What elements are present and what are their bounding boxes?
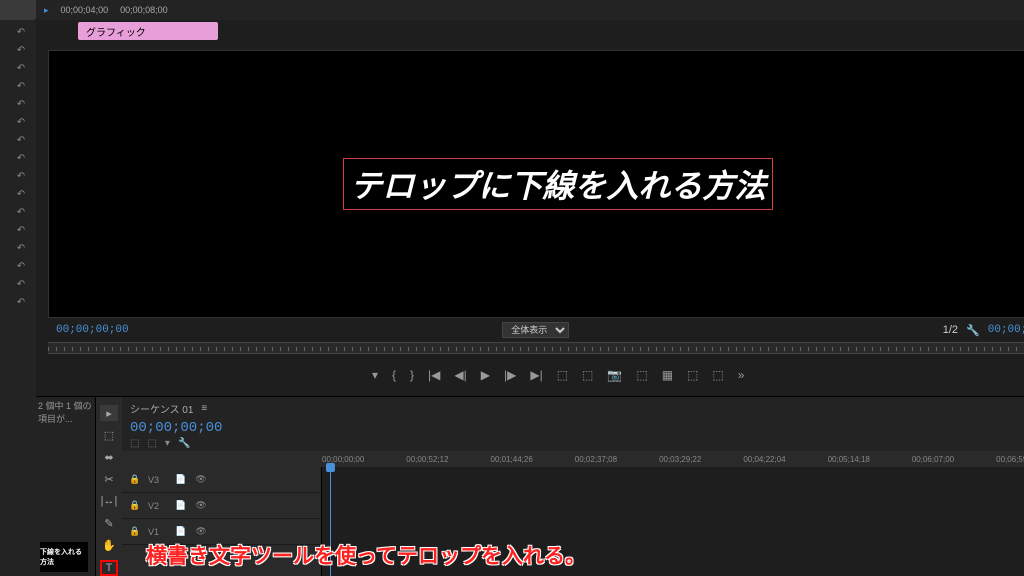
marker-icon: ▸ — [44, 5, 49, 16]
undo-step[interactable]: ↶ — [6, 168, 36, 184]
insert-button[interactable]: ⬚ — [687, 368, 698, 382]
selection-tool[interactable]: ▸ — [100, 405, 118, 421]
undo-step[interactable]: ↶ — [6, 258, 36, 274]
linked-selection-icon[interactable]: ⬚ — [147, 438, 156, 449]
undo-step[interactable]: ↶ — [6, 276, 36, 292]
marker-button[interactable]: ▾ — [372, 368, 378, 382]
lift-button[interactable]: ⬚ — [557, 368, 568, 382]
undo-step[interactable]: ↶ — [6, 24, 36, 40]
undo-step[interactable]: ↶ — [6, 60, 36, 76]
safe-margins-button[interactable]: ▦ — [662, 368, 673, 382]
duration-timecode: 00;00;09;29 — [988, 324, 1024, 336]
undo-step[interactable]: ↶ — [6, 150, 36, 166]
sequence-thumbnail[interactable]: 下線を入れる方法 — [40, 542, 88, 572]
undo-step[interactable]: ↶ — [6, 132, 36, 148]
preview-ruler[interactable] — [48, 342, 1024, 354]
undo-step[interactable]: ↶ — [6, 114, 36, 130]
ripple-edit-tool[interactable]: ⬌ — [100, 449, 118, 465]
snap-icon[interactable]: ⬚ — [130, 438, 139, 449]
comparison-button[interactable]: ⬚ — [636, 368, 647, 382]
graphic-clip[interactable]: グラフィック — [78, 22, 218, 40]
track-header-v3[interactable]: 🔒V3 📄👁 — [122, 467, 321, 493]
track-header-v2[interactable]: 🔒V2 📄👁 — [122, 493, 321, 519]
undo-step[interactable]: ↶ — [6, 240, 36, 256]
slip-tool[interactable]: |↔| — [100, 493, 118, 509]
undo-step[interactable]: ↶ — [6, 96, 36, 112]
settings-icon[interactable]: 🔧 — [178, 438, 190, 449]
undo-step[interactable]: ↶ — [6, 186, 36, 202]
marker-icon[interactable]: ▾ — [165, 438, 170, 449]
current-timecode[interactable]: 00;00;00;00 — [56, 324, 129, 336]
timecode-label: 00;00;04;00 — [61, 5, 109, 15]
pen-tool[interactable]: ✎ — [100, 515, 118, 531]
undo-step[interactable]: ↶ — [6, 204, 36, 220]
resolution-fraction[interactable]: 1/2 — [943, 324, 958, 336]
caption-text-overlay[interactable]: テロップに下線を入れる方法 — [343, 158, 773, 210]
undo-step[interactable]: ↶ — [6, 294, 36, 310]
program-monitor[interactable]: テロップに下線を入れる方法 — [48, 50, 1024, 318]
track-select-tool[interactable]: ⬚ — [100, 427, 118, 443]
source-timeline-header: ▸ 00;00;04;00 00;00;08;00 — [36, 0, 1024, 20]
timeline-ruler[interactable]: 00;00;00;00 00;00;52;12 00;01;44;26 00;0… — [122, 451, 1024, 467]
zoom-select[interactable]: 全体表示 — [502, 322, 569, 338]
timeline-timecode[interactable]: 00;00;00;00 — [122, 420, 1024, 436]
play-button[interactable]: ▶ — [481, 368, 490, 382]
overwrite-button[interactable]: ⬚ — [712, 368, 723, 382]
in-point-button[interactable]: { — [392, 368, 396, 382]
extract-button[interactable]: ⬚ — [582, 368, 593, 382]
type-tool[interactable]: T — [100, 560, 118, 576]
panel-tab[interactable] — [0, 0, 36, 20]
step-back-button[interactable]: ◀| — [454, 368, 466, 382]
go-to-out-button[interactable]: ▶| — [530, 368, 542, 382]
tutorial-annotation: 横書き文字ツールを使ってテロップを入れる。 — [146, 540, 586, 570]
undo-step[interactable]: ↶ — [6, 78, 36, 94]
tools-panel: ▸ ⬚ ⬌ ✂ |↔| ✎ ✋ T — [96, 397, 122, 576]
razor-tool[interactable]: ✂ — [100, 471, 118, 487]
go-to-in-button[interactable]: |◀ — [428, 368, 440, 382]
export-frame-button[interactable]: 📷 — [607, 368, 622, 382]
hand-tool[interactable]: ✋ — [100, 537, 118, 553]
wrench-icon[interactable]: 🔧 — [966, 324, 980, 337]
project-panel: 2 個中 1 個の項目が... 下線を入れる方法 — [36, 397, 96, 576]
transport-controls: ▾ { } |◀ ◀| ▶ |▶ ▶| ⬚ ⬚ 📷 ⬚ ▦ ⬚ ⬚ » — [48, 362, 1024, 388]
step-forward-button[interactable]: |▶ — [504, 368, 516, 382]
more-button[interactable]: » — [738, 368, 745, 382]
out-point-button[interactable]: } — [410, 368, 414, 382]
history-panel: ↶ ↶ ↶ ↶ ↶ ↶ ↶ ↶ ↶ ↶ ↶ ↶ ↶ ↶ ↶ ↶ — [0, 0, 36, 576]
undo-step[interactable]: ↶ — [6, 42, 36, 58]
timecode-label: 00;00;08;00 — [120, 5, 168, 15]
project-item-count: 2 個中 1 個の項目が... — [36, 397, 95, 427]
panel-menu-icon[interactable]: ≡ — [201, 403, 207, 414]
undo-step[interactable]: ↶ — [6, 222, 36, 238]
sequence-name[interactable]: シーケンス 01 — [130, 401, 193, 416]
